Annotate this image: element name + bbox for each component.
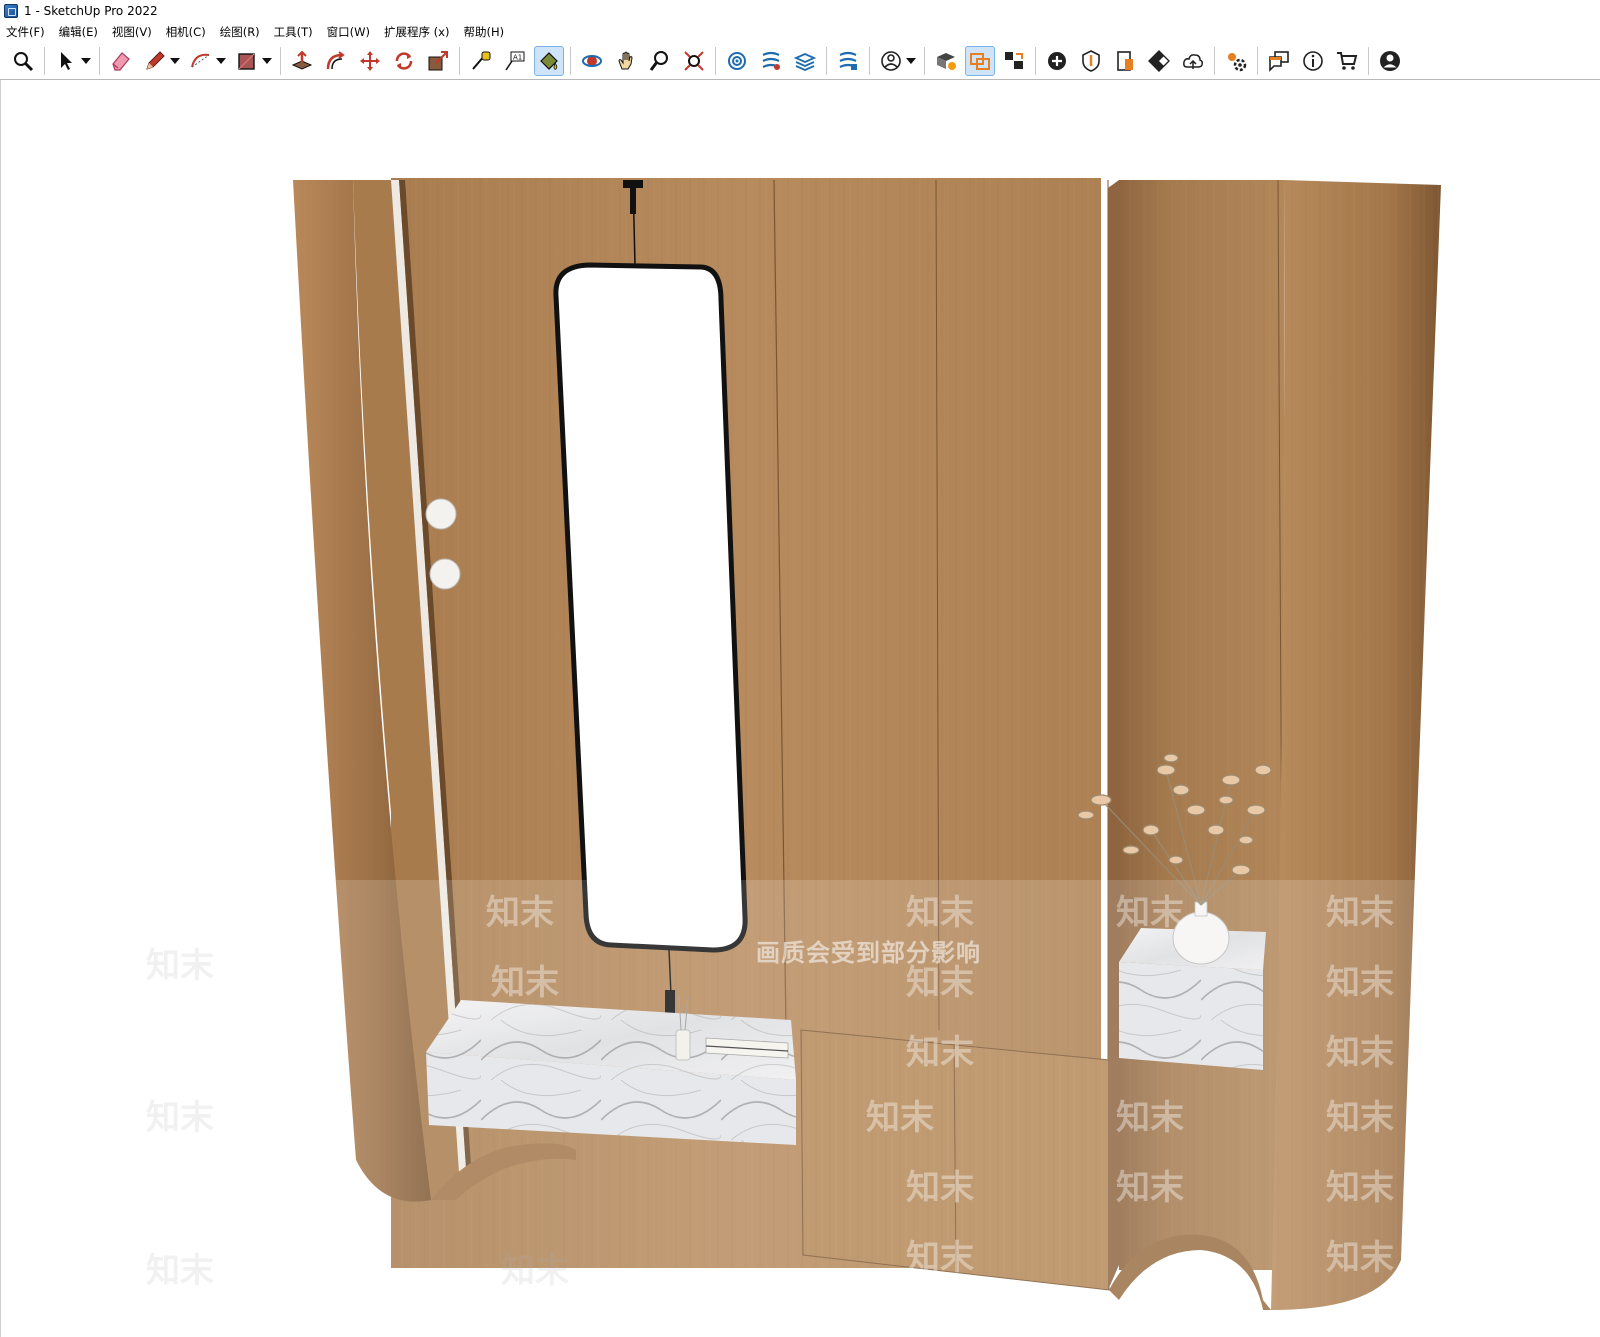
rectangle-icon[interactable]: [232, 46, 262, 76]
model-viewport[interactable]: 画质会受到部分影响 知末 知末 知末 知末 知末 知末 知末 知末 知末 知末 …: [0, 80, 1600, 1337]
cart-icon[interactable]: [1332, 46, 1362, 76]
menu-camera[interactable]: 相机(C): [166, 24, 206, 40]
profile-dropdown[interactable]: [906, 46, 916, 76]
mirror-top-stem: [630, 186, 636, 214]
zoom-icon[interactable]: [8, 46, 38, 76]
watermark-brand: 知末: [1326, 1238, 1394, 1278]
toolbar-separator: [1257, 46, 1258, 75]
move-icon[interactable]: [355, 46, 385, 76]
watermark-brand: 知末: [1326, 1033, 1394, 1073]
hanging-mirror[interactable]: [553, 262, 748, 953]
orbit-icon[interactable]: [577, 46, 607, 76]
model-scene: [1, 178, 1600, 1337]
sketchup-app-icon: [4, 4, 18, 18]
watermark-brand: 知末: [1326, 1098, 1394, 1138]
info-icon[interactable]: [1298, 46, 1328, 76]
toolbar-separator: [570, 46, 571, 75]
menu-extensions[interactable]: 扩展程序 (x): [384, 24, 449, 40]
arc-dropdown[interactable]: [216, 46, 226, 76]
eraser-icon[interactable]: [106, 46, 136, 76]
tape-measure-icon[interactable]: [466, 46, 496, 76]
pencil-icon[interactable]: [140, 46, 170, 76]
menu-tools[interactable]: 工具(T): [274, 24, 313, 40]
toolbar-separator: [924, 46, 925, 75]
account-icon[interactable]: [1375, 46, 1405, 76]
toolbar-separator: [99, 46, 100, 75]
settings-icon[interactable]: [1221, 46, 1251, 76]
watermark-brand: 知末: [491, 963, 559, 1003]
report-icon[interactable]: [1110, 46, 1140, 76]
watermark-brand: 知末: [146, 946, 214, 986]
checker-icon[interactable]: [1144, 46, 1174, 76]
cloud-icon[interactable]: [1178, 46, 1208, 76]
menu-window[interactable]: 窗口(W): [327, 24, 370, 40]
pencil-dropdown[interactable]: [170, 46, 180, 76]
select-icon[interactable]: [51, 46, 81, 76]
zoom-window-icon[interactable]: [645, 46, 675, 76]
watermark-brand: 知末: [866, 1098, 934, 1138]
svg-text:A1: A1: [513, 53, 522, 61]
watermark-brand: 知末: [906, 963, 974, 1003]
paint-bucket-icon[interactable]: [534, 45, 564, 76]
menu-bar: 文件(F) 编辑(E) 视图(V) 相机(C) 绘图(R) 工具(T) 窗口(W…: [0, 22, 1600, 42]
main-toolbar: A1: [0, 42, 1600, 80]
offset-icon[interactable]: [321, 46, 351, 76]
menu-help[interactable]: 帮助(H): [463, 24, 504, 40]
toolbar-separator: [44, 46, 45, 75]
arc-icon[interactable]: [186, 46, 216, 76]
watermark-brand: 知末: [146, 1098, 214, 1138]
toolbar-separator: [1368, 46, 1369, 75]
toolbar-separator: [826, 46, 827, 75]
watermark-brand: 知末: [1116, 893, 1184, 933]
rectangle-dropdown[interactable]: [262, 46, 272, 76]
toolbar-separator: [715, 46, 716, 75]
select-dropdown[interactable]: [81, 46, 91, 76]
watermark-brand: 知末: [146, 1251, 214, 1291]
watermark-brand: 知末: [906, 1238, 974, 1278]
rotate-icon[interactable]: [389, 46, 419, 76]
toolbar-separator: [869, 46, 870, 75]
shield-icon[interactable]: [1076, 46, 1106, 76]
toolbar-separator: [459, 46, 460, 75]
toolbar-separator: [1214, 46, 1215, 75]
watermark-brand: 知末: [906, 1033, 974, 1073]
menu-draw[interactable]: 绘图(R): [220, 24, 260, 40]
menu-view[interactable]: 视图(V): [112, 24, 152, 40]
text-icon[interactable]: A1: [500, 46, 530, 76]
watermark-brand: 知末: [501, 1251, 569, 1291]
coat-hook-upper[interactable]: [425, 498, 457, 530]
coat-hook-lower[interactable]: [429, 558, 461, 590]
watermark-brand: 知末: [1326, 1168, 1394, 1208]
watermark-brand: 知末: [1116, 1098, 1184, 1138]
zoom-extents-icon[interactable]: [679, 46, 709, 76]
menu-edit[interactable]: 编辑(E): [59, 24, 98, 40]
watermark-brand: 知末: [1326, 893, 1394, 933]
menu-file[interactable]: 文件(F): [6, 24, 45, 40]
watermark-brand: 知末: [906, 1168, 974, 1208]
scenes-icon[interactable]: [999, 46, 1029, 76]
profile-icon[interactable]: [876, 46, 906, 76]
watermark-brand: 知末: [1326, 963, 1394, 1003]
solid-tools-icon[interactable]: [931, 46, 961, 76]
warehouse-icon[interactable]: [722, 46, 752, 76]
extension-warehouse-icon[interactable]: [756, 46, 786, 76]
window-title: 1 - SketchUp Pro 2022: [24, 4, 158, 18]
chat-icon[interactable]: [1264, 46, 1294, 76]
watermark-brand: 知末: [906, 893, 974, 933]
layout-icon[interactable]: [790, 46, 820, 76]
add-location-icon[interactable]: [1042, 46, 1072, 76]
watermark-brand: 知末: [486, 893, 554, 933]
pan-icon[interactable]: [611, 46, 641, 76]
toolbar-separator: [280, 46, 281, 75]
section-icon[interactable]: [965, 45, 995, 76]
push-pull-icon[interactable]: [287, 46, 317, 76]
toolbar-separator: [1035, 46, 1036, 75]
title-bar: 1 - SketchUp Pro 2022: [0, 0, 1600, 22]
scale-icon[interactable]: [423, 46, 453, 76]
watermark-brand: 知末: [1116, 1168, 1184, 1208]
style-builder-icon[interactable]: [833, 46, 863, 76]
